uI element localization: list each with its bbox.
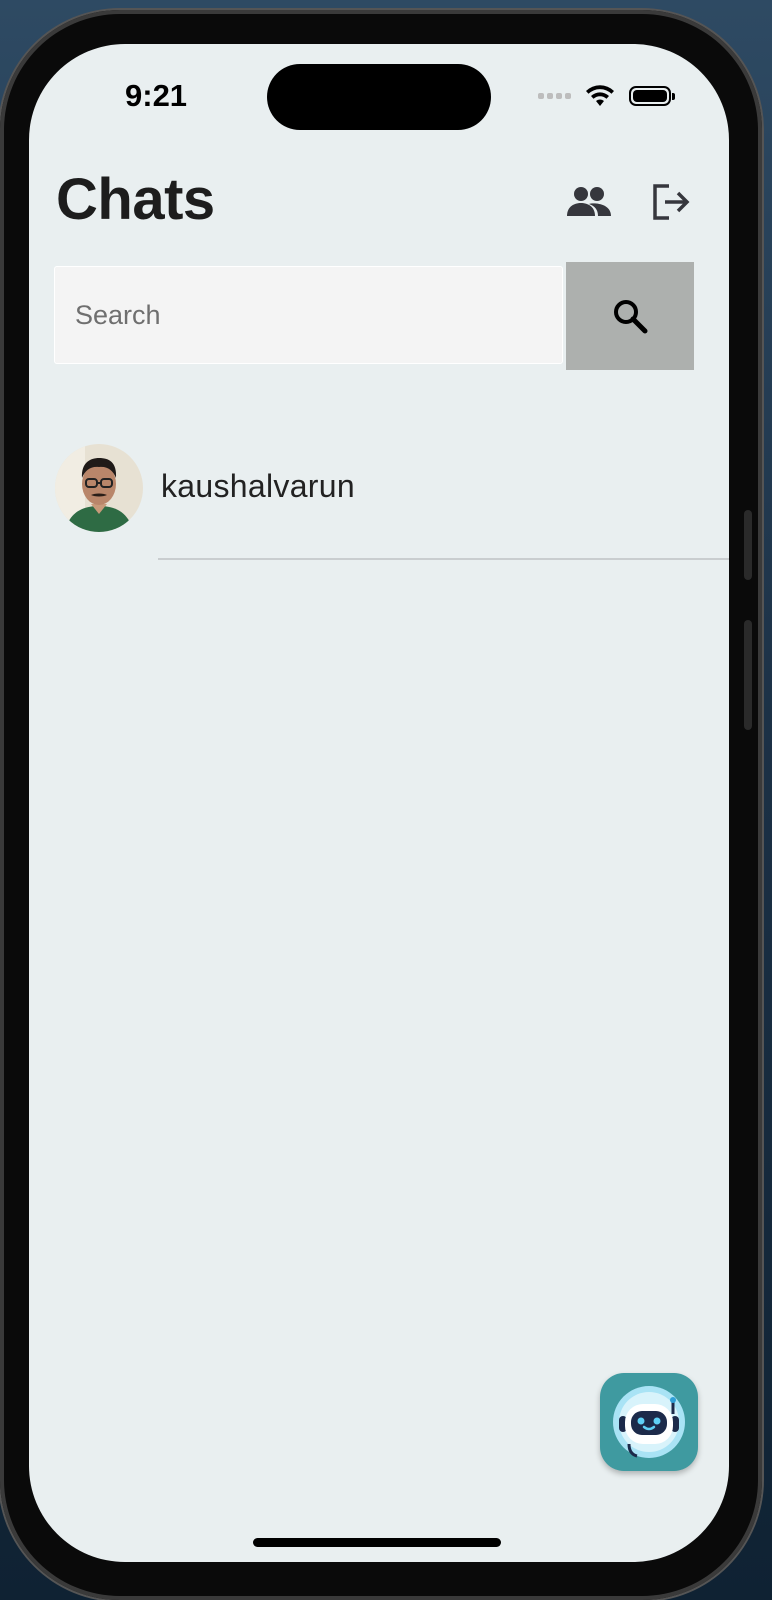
search-button[interactable] [566,262,694,370]
home-indicator [253,1538,501,1547]
wifi-icon [586,85,614,106]
search-bar [54,262,706,370]
search-icon [614,300,648,334]
page-title: Chats [56,167,215,232]
people-icon [567,187,611,216]
chat-list-item[interactable]: kaushalvarun [54,442,729,562]
list-divider [158,558,729,560]
side-button [744,620,752,730]
chat-contact-name: kaushalvarun [161,468,355,504]
battery-icon [629,86,675,106]
status-time: 9:21 [125,78,188,113]
user-photo-image [55,444,143,532]
chatbot-button[interactable] [600,1373,698,1471]
avatar [55,444,143,532]
dynamic-island [267,64,491,130]
search-input[interactable] [54,266,563,364]
status-icons [538,82,675,110]
cellular-signal-icon [538,93,571,99]
app-screen: 9:21 Chats Search kaushalvarun [29,44,729,1562]
robot-icon [613,1386,685,1458]
logout-button[interactable] [643,174,699,230]
side-button [744,510,752,580]
logout-icon [653,184,690,220]
contacts-button[interactable] [561,174,617,230]
